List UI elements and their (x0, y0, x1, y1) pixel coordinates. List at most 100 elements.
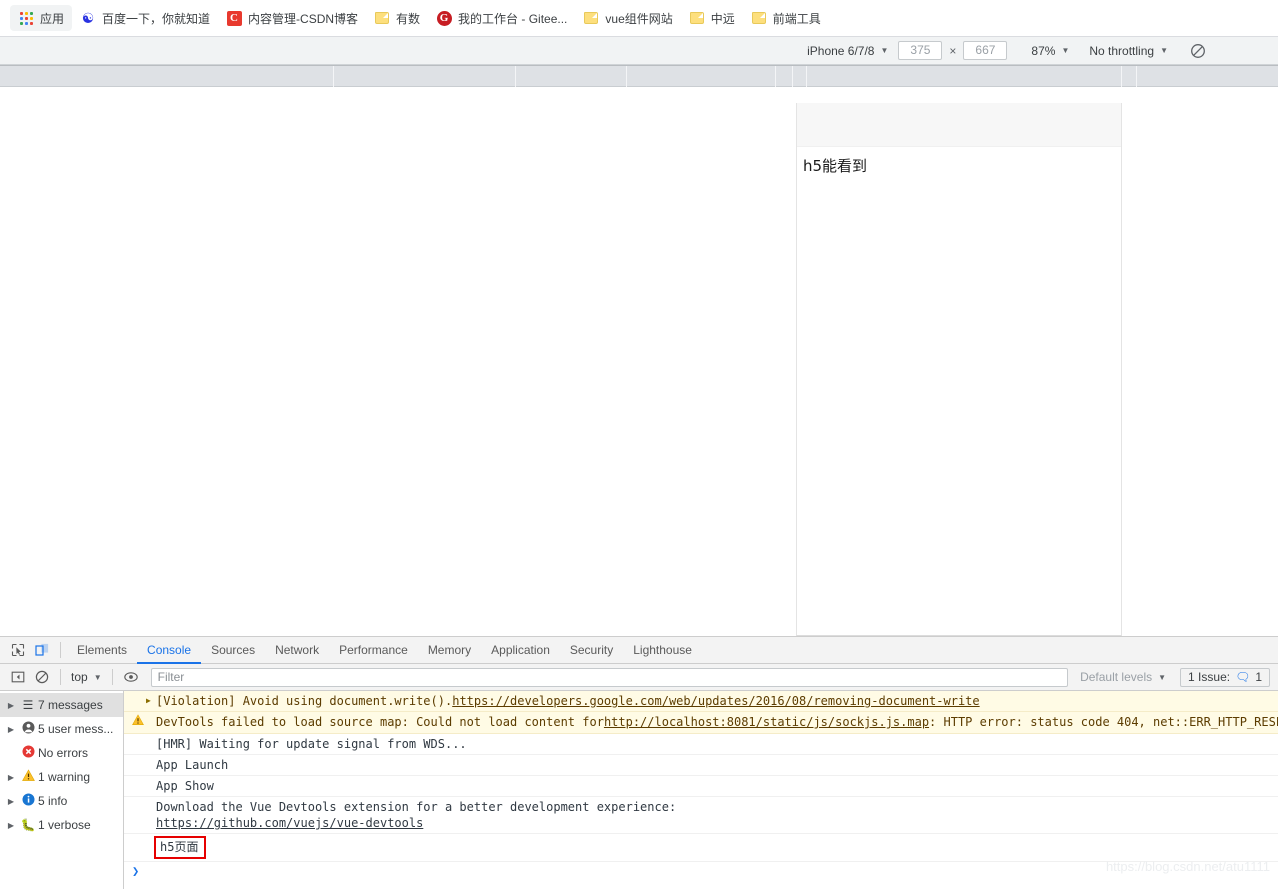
chevron-right-icon: ▶ (7, 820, 15, 830)
console-message-sourcemap[interactable]: DevTools failed to load source map: Coul… (124, 712, 1278, 734)
tab-sources[interactable]: Sources (201, 637, 265, 664)
bookmark-label: 我的工作台 - Gitee... (458, 11, 568, 26)
verbose-bug-icon: 🐛 (20, 818, 36, 832)
console-toolbar: top ▼ Default levels ▼ 1 Issue: 🗨 1 (0, 664, 1278, 691)
message-text: [HMR] Waiting for update signal from WDS… (156, 737, 467, 751)
tab-console[interactable]: Console (137, 637, 201, 664)
tab-elements[interactable]: Elements (67, 637, 137, 664)
device-viewport[interactable]: h5能看到 (796, 103, 1122, 636)
issues-badge[interactable]: 1 Issue: 🗨 1 (1180, 667, 1270, 687)
sidebar-item-label: 5 user mess... (38, 722, 114, 736)
issue-chip-icon: 🗨 (1235, 670, 1251, 684)
console-message-violation[interactable]: ▶ [Violation] Avoid using document.write… (124, 691, 1278, 712)
bookmark-zhongyuan[interactable]: 中远 (681, 5, 743, 31)
viewport-width-input[interactable]: 375 (898, 41, 943, 60)
log-levels-label: Default levels (1080, 670, 1153, 684)
gitee-icon: G (436, 10, 452, 26)
page-header-band (797, 103, 1121, 147)
folder-icon (689, 10, 705, 26)
execution-context-select[interactable]: top ▼ (67, 670, 106, 684)
message-link[interactable]: https://github.com/vuejs/vue-devtools (156, 816, 423, 830)
console-message-list[interactable]: ▶ [Violation] Avoid using document.write… (124, 691, 1278, 889)
sidebar-item-verbose[interactable]: ▶ 🐛 1 verbose (0, 813, 123, 837)
bookmark-label: vue组件网站 (605, 11, 673, 26)
bookmark-frontend-tools[interactable]: 前端工具 (743, 5, 829, 31)
message-text: App Show (156, 779, 214, 793)
h5-visible-text: h5能看到 (803, 157, 868, 175)
ruler-segment (793, 66, 807, 88)
sidebar-item-info[interactable]: ▶ 5 info (0, 789, 123, 813)
message-link[interactable]: http://localhost:8081/static/js/sockjs.j… (604, 714, 929, 730)
apps-grid-icon (18, 10, 34, 26)
expand-arrow-icon[interactable]: ▶ (146, 693, 156, 709)
user-icon (18, 721, 38, 737)
ruler-segment (334, 66, 516, 88)
ruler-segment (627, 66, 776, 88)
folder-icon (374, 10, 390, 26)
bookmark-label: 百度一下，你就知道 (102, 11, 211, 26)
device-toolbar-icon[interactable] (30, 639, 54, 661)
bookmark-csdn[interactable]: C 内容管理-CSDN博客 (218, 5, 366, 31)
bookmark-label: 前端工具 (772, 11, 821, 26)
execution-context-label: top (71, 670, 88, 684)
zoom-select[interactable]: 87% ▼ (1025, 42, 1075, 60)
highlighted-annotation-box: h5页面 (154, 836, 207, 859)
list-icon: ☰ (22, 698, 34, 712)
sidebar-toggle-icon[interactable] (6, 666, 30, 688)
warning-icon (18, 769, 38, 785)
console-message-hmr[interactable]: [HMR] Waiting for update signal from WDS… (124, 734, 1278, 755)
warning-icon (130, 714, 146, 731)
tab-security[interactable]: Security (560, 637, 623, 664)
error-icon (18, 745, 38, 761)
tab-memory[interactable]: Memory (418, 637, 481, 664)
folder-icon (583, 10, 599, 26)
issues-label: 1 Issue: (1188, 670, 1231, 684)
message-text: h5页面 (160, 840, 199, 854)
sidebar-item-label: 7 messages (38, 698, 103, 712)
bookmark-vue-components[interactable]: vue组件网站 (575, 5, 680, 31)
console-message-vue-devtools[interactable]: Download the Vue Devtools extension for … (124, 797, 1278, 834)
chevron-right-icon: ▶ (7, 772, 15, 782)
rotate-icon[interactable] (1188, 41, 1208, 61)
ruler-segment (1122, 66, 1137, 88)
throttling-label: No throttling (1089, 43, 1155, 58)
tab-lighthouse[interactable]: Lighthouse (623, 637, 702, 664)
sidebar-item-errors[interactable]: No errors (0, 741, 123, 765)
bookmark-label: 中远 (710, 11, 735, 26)
log-levels-select[interactable]: Default levels ▼ (1076, 670, 1170, 684)
sidebar-item-warnings[interactable]: ▶ 1 warning (0, 765, 123, 789)
chevron-right-icon: ▶ (7, 796, 15, 806)
console-message-h5-page[interactable]: h5页面 (124, 834, 1278, 862)
toolbar-divider (111, 669, 113, 685)
clear-console-icon[interactable] (30, 666, 54, 688)
ruler-segment (807, 66, 1122, 88)
console-prompt[interactable]: ❯ (124, 862, 1278, 880)
console-message-app-launch[interactable]: App Launch (124, 755, 1278, 776)
bookmark-apps[interactable]: 应用 (10, 5, 73, 31)
device-select-label: iPhone 6/7/8 (807, 43, 875, 58)
page-content: h5能看到 (797, 147, 1121, 185)
message-link[interactable]: https://developers.google.com/web/update… (452, 693, 979, 709)
tab-performance[interactable]: Performance (329, 637, 418, 664)
bookmark-youshu[interactable]: 有数 (366, 5, 428, 31)
issues-count: 1 (1255, 670, 1262, 684)
viewport-ruler (0, 65, 1278, 88)
tab-network[interactable]: Network (265, 637, 329, 664)
devtools-tabbar: Elements Console Sources Network Perform… (0, 637, 1278, 664)
viewport-height-input[interactable]: 667 (963, 41, 1008, 60)
zoom-level-label: 87% (1031, 43, 1056, 58)
live-expression-icon[interactable] (119, 666, 143, 688)
folder-icon (751, 10, 767, 26)
device-select[interactable]: iPhone 6/7/8 ▼ (801, 42, 894, 60)
bookmark-gitee[interactable]: G 我的工作台 - Gitee... (428, 5, 575, 31)
page-canvas: h5能看到 (0, 87, 1278, 636)
console-message-app-show[interactable]: App Show (124, 776, 1278, 797)
tab-application[interactable]: Application (481, 637, 560, 664)
throttling-select[interactable]: No throttling ▼ (1083, 42, 1174, 60)
ruler-segment (1137, 66, 1278, 88)
inspect-element-icon[interactable] (6, 639, 30, 661)
sidebar-item-user-messages[interactable]: ▶ 5 user mess... (0, 717, 123, 741)
filter-input[interactable] (150, 667, 1069, 687)
bookmark-baidu[interactable]: 百度一下，你就知道 (72, 5, 218, 31)
sidebar-item-messages[interactable]: ▶ ☰ 7 messages (0, 693, 123, 717)
